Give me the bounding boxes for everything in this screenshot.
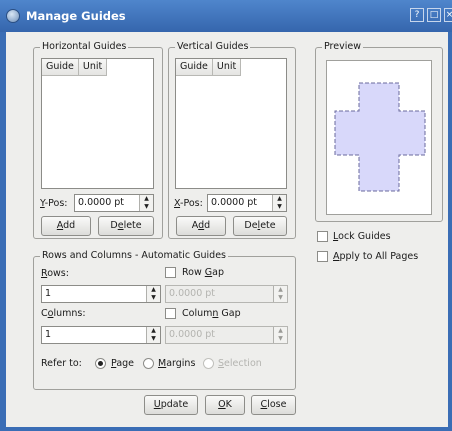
title-bar[interactable]: Manage Guides ? □ × [0,0,452,32]
column-gap-spinbox: 0.0000 pt ▲ ▼ [165,326,288,344]
refer-page-label[interactable]: Page [111,358,134,369]
refer-to-label: Refer to: [41,358,82,369]
spin-up-icon: ▲ [278,327,283,334]
vertical-guides-title: Vertical Guides [175,41,251,52]
manage-guides-dialog: Manage Guides ? □ × Horizontal Guides Gu… [0,0,452,431]
lock-guides-checkbox[interactable] [317,231,328,242]
row-gap-checkbox[interactable] [165,267,176,278]
page-preview [326,60,432,215]
vertical-guides-list[interactable]: Guide Unit [175,58,287,189]
close-window-button[interactable]: × [444,8,452,22]
refer-margins-radio[interactable] [143,358,154,369]
columns-value[interactable]: 1 [45,329,51,340]
spin-down-icon: ▼ [278,335,283,342]
vertical-guides-group: Vertical Guides Guide Unit X-Pos: 0.0000… [168,41,296,239]
close-button[interactable]: Close [251,395,296,415]
refer-page-radio[interactable] [95,358,106,369]
spin-down-icon[interactable]: ▼ [147,335,160,343]
rows-columns-title: Rows and Columns - Automatic Guides [40,250,229,261]
window-frame-right [448,32,452,431]
row-gap-label[interactable]: Row Gap [182,267,224,278]
apply-all-pages-label[interactable]: Apply to All Pages [333,251,418,262]
apply-all-pages-checkbox[interactable] [317,251,328,262]
y-pos-spinbox[interactable]: 0.0000 pt ▲ ▼ [74,194,154,212]
columns-stepper[interactable]: ▲ ▼ [146,327,160,343]
horizontal-guides-group: Horizontal Guides Guide Unit Y-Pos: 0.00… [33,41,163,239]
row-gap-value: 0.0000 pt [169,288,216,299]
horizontal-guides-title: Horizontal Guides [40,41,129,52]
y-pos-stepper[interactable]: ▲ ▼ [139,195,153,211]
column-gap-stepper: ▲ ▼ [273,327,287,343]
window-frame-bottom [0,427,452,431]
rows-value[interactable]: 1 [45,288,51,299]
x-pos-spinbox[interactable]: 0.0000 pt ▲ ▼ [207,194,287,212]
spin-down-icon[interactable]: ▼ [140,203,153,211]
spin-down-icon: ▼ [278,294,283,301]
x-pos-value[interactable]: 0.0000 pt [211,197,257,208]
window-frame-left [0,32,6,431]
maximize-button[interactable]: □ [427,8,441,22]
columns-spinbox[interactable]: 1 ▲ ▼ [41,326,161,344]
page-preview-shape [334,82,426,192]
horizontal-col-guide[interactable]: Guide [42,59,79,76]
column-gap-label[interactable]: Column Gap [182,308,241,319]
spin-up-icon[interactable]: ▲ [147,286,160,294]
refer-selection-radio [203,358,214,369]
ok-button[interactable]: OK [205,395,245,415]
horizontal-guides-list[interactable]: Guide Unit [41,58,154,189]
spin-up-icon[interactable]: ▲ [147,327,160,335]
horizontal-col-unit[interactable]: Unit [78,59,108,76]
rows-spinbox[interactable]: 1 ▲ ▼ [41,285,161,303]
x-pos-label: X-Pos: [174,198,203,209]
vertical-col-unit[interactable]: Unit [212,59,242,76]
x-pos-stepper[interactable]: ▲ ▼ [272,195,286,211]
rows-columns-group: Rows and Columns - Automatic Guides Rows… [33,250,296,390]
vertical-add-button[interactable]: Add [176,216,226,236]
preview-group: Preview [315,41,443,222]
horizontal-delete-button[interactable]: Delete [98,216,154,236]
rows-label: Rows: [41,268,69,279]
y-pos-label: Y-Pos: [40,198,68,209]
y-pos-value[interactable]: 0.0000 pt [78,197,124,208]
refer-selection-label: Selection [218,358,262,369]
spin-down-icon[interactable]: ▼ [147,294,160,302]
vertical-delete-button[interactable]: Delete [233,216,287,236]
rows-stepper[interactable]: ▲ ▼ [146,286,160,302]
window-title: Manage Guides [26,9,126,23]
column-gap-value: 0.0000 pt [169,329,216,340]
columns-label: Columns: [41,308,86,319]
horizontal-add-button[interactable]: Add [41,216,91,236]
horizontal-list-header: Guide Unit [42,59,108,76]
spin-up-icon[interactable]: ▲ [140,195,153,203]
row-gap-stepper: ▲ ▼ [273,286,287,302]
spin-up-icon: ▲ [278,286,283,293]
refer-margins-label[interactable]: Margins [158,358,195,369]
row-gap-spinbox: 0.0000 pt ▲ ▼ [165,285,288,303]
lock-guides-label[interactable]: Lock Guides [333,231,391,242]
help-button[interactable]: ? [410,8,424,22]
spin-down-icon[interactable]: ▼ [273,203,286,211]
preview-title: Preview [322,41,363,52]
spin-up-icon[interactable]: ▲ [273,195,286,203]
vertical-list-header: Guide Unit [176,59,242,76]
column-gap-checkbox[interactable] [165,308,176,319]
vertical-col-guide[interactable]: Guide [176,59,213,76]
app-icon [6,9,20,23]
update-button[interactable]: Update [144,395,198,415]
